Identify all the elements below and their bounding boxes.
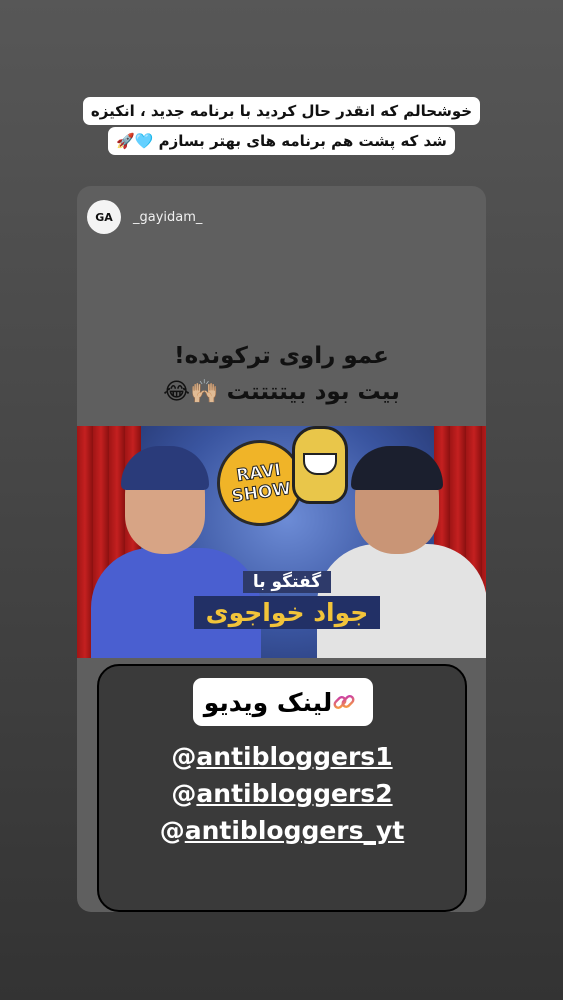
caption-emojis: 🩵🚀	[116, 132, 154, 150]
thumbnail-caption: گفتگو با جواد خواجوی	[167, 571, 407, 629]
mention-handle[interactable]: @antibloggers_yt	[99, 812, 465, 849]
caption-line-2: شد که پشت هم برنامه های بهتر بسازم 🩵🚀	[108, 127, 455, 155]
post-title-line-2-text: بیت بود بیتتتتت	[226, 379, 400, 405]
mention-handle[interactable]: @antibloggers1	[99, 738, 465, 775]
mention-name[interactable]: antibloggers1	[196, 742, 392, 771]
shared-post-card[interactable]: GA _gayidam_ عمو راوی ترکونده! بیت بود ب…	[77, 186, 486, 912]
link-icon	[333, 695, 355, 709]
mention-handle[interactable]: @antibloggers2	[99, 775, 465, 812]
story-caption: خوشحالم که انقدر حال کردید با برنامه جدی…	[40, 96, 523, 156]
post-username[interactable]: _gayidam_	[133, 210, 202, 225]
thumbnail-caption-big: جواد خواجوی	[193, 596, 381, 629]
caption-line-2-text: شد که پشت هم برنامه های بهتر بسازم	[158, 132, 447, 150]
post-title: عمو راوی ترکونده! بیت بود بیتتتتت 🙌🏼😂	[77, 338, 486, 410]
mention-prefix: @	[171, 779, 197, 808]
post-title-emojis: 🙌🏼😂	[163, 379, 219, 405]
caption-line-1: خوشحالم که انقدر حال کردید با برنامه جدی…	[82, 97, 481, 125]
post-header[interactable]: GA _gayidam_	[87, 200, 202, 234]
mention-prefix: @	[171, 742, 197, 771]
post-title-line-2: بیت بود بیتتتتت 🙌🏼😂	[77, 374, 486, 410]
video-thumbnail[interactable]: RAVI SHOW گفتگو با جواد خواجوی	[77, 426, 486, 658]
mention-prefix: @	[159, 816, 185, 845]
avatar[interactable]: GA	[87, 200, 121, 234]
mention-name[interactable]: antibloggers_yt	[185, 816, 405, 845]
post-title-line-1: عمو راوی ترکونده!	[174, 343, 389, 369]
thumbnail-caption-small: گفتگو با	[242, 571, 332, 593]
link-sticker[interactable]: لینک ویدیو	[193, 678, 373, 726]
mention-list: @antibloggers1 @antibloggers2 @antiblogg…	[99, 738, 465, 849]
link-panel: لینک ویدیو @antibloggers1 @antibloggers2…	[97, 664, 467, 912]
link-sticker-label: لینک ویدیو	[203, 687, 333, 717]
mention-name[interactable]: antibloggers2	[196, 779, 392, 808]
